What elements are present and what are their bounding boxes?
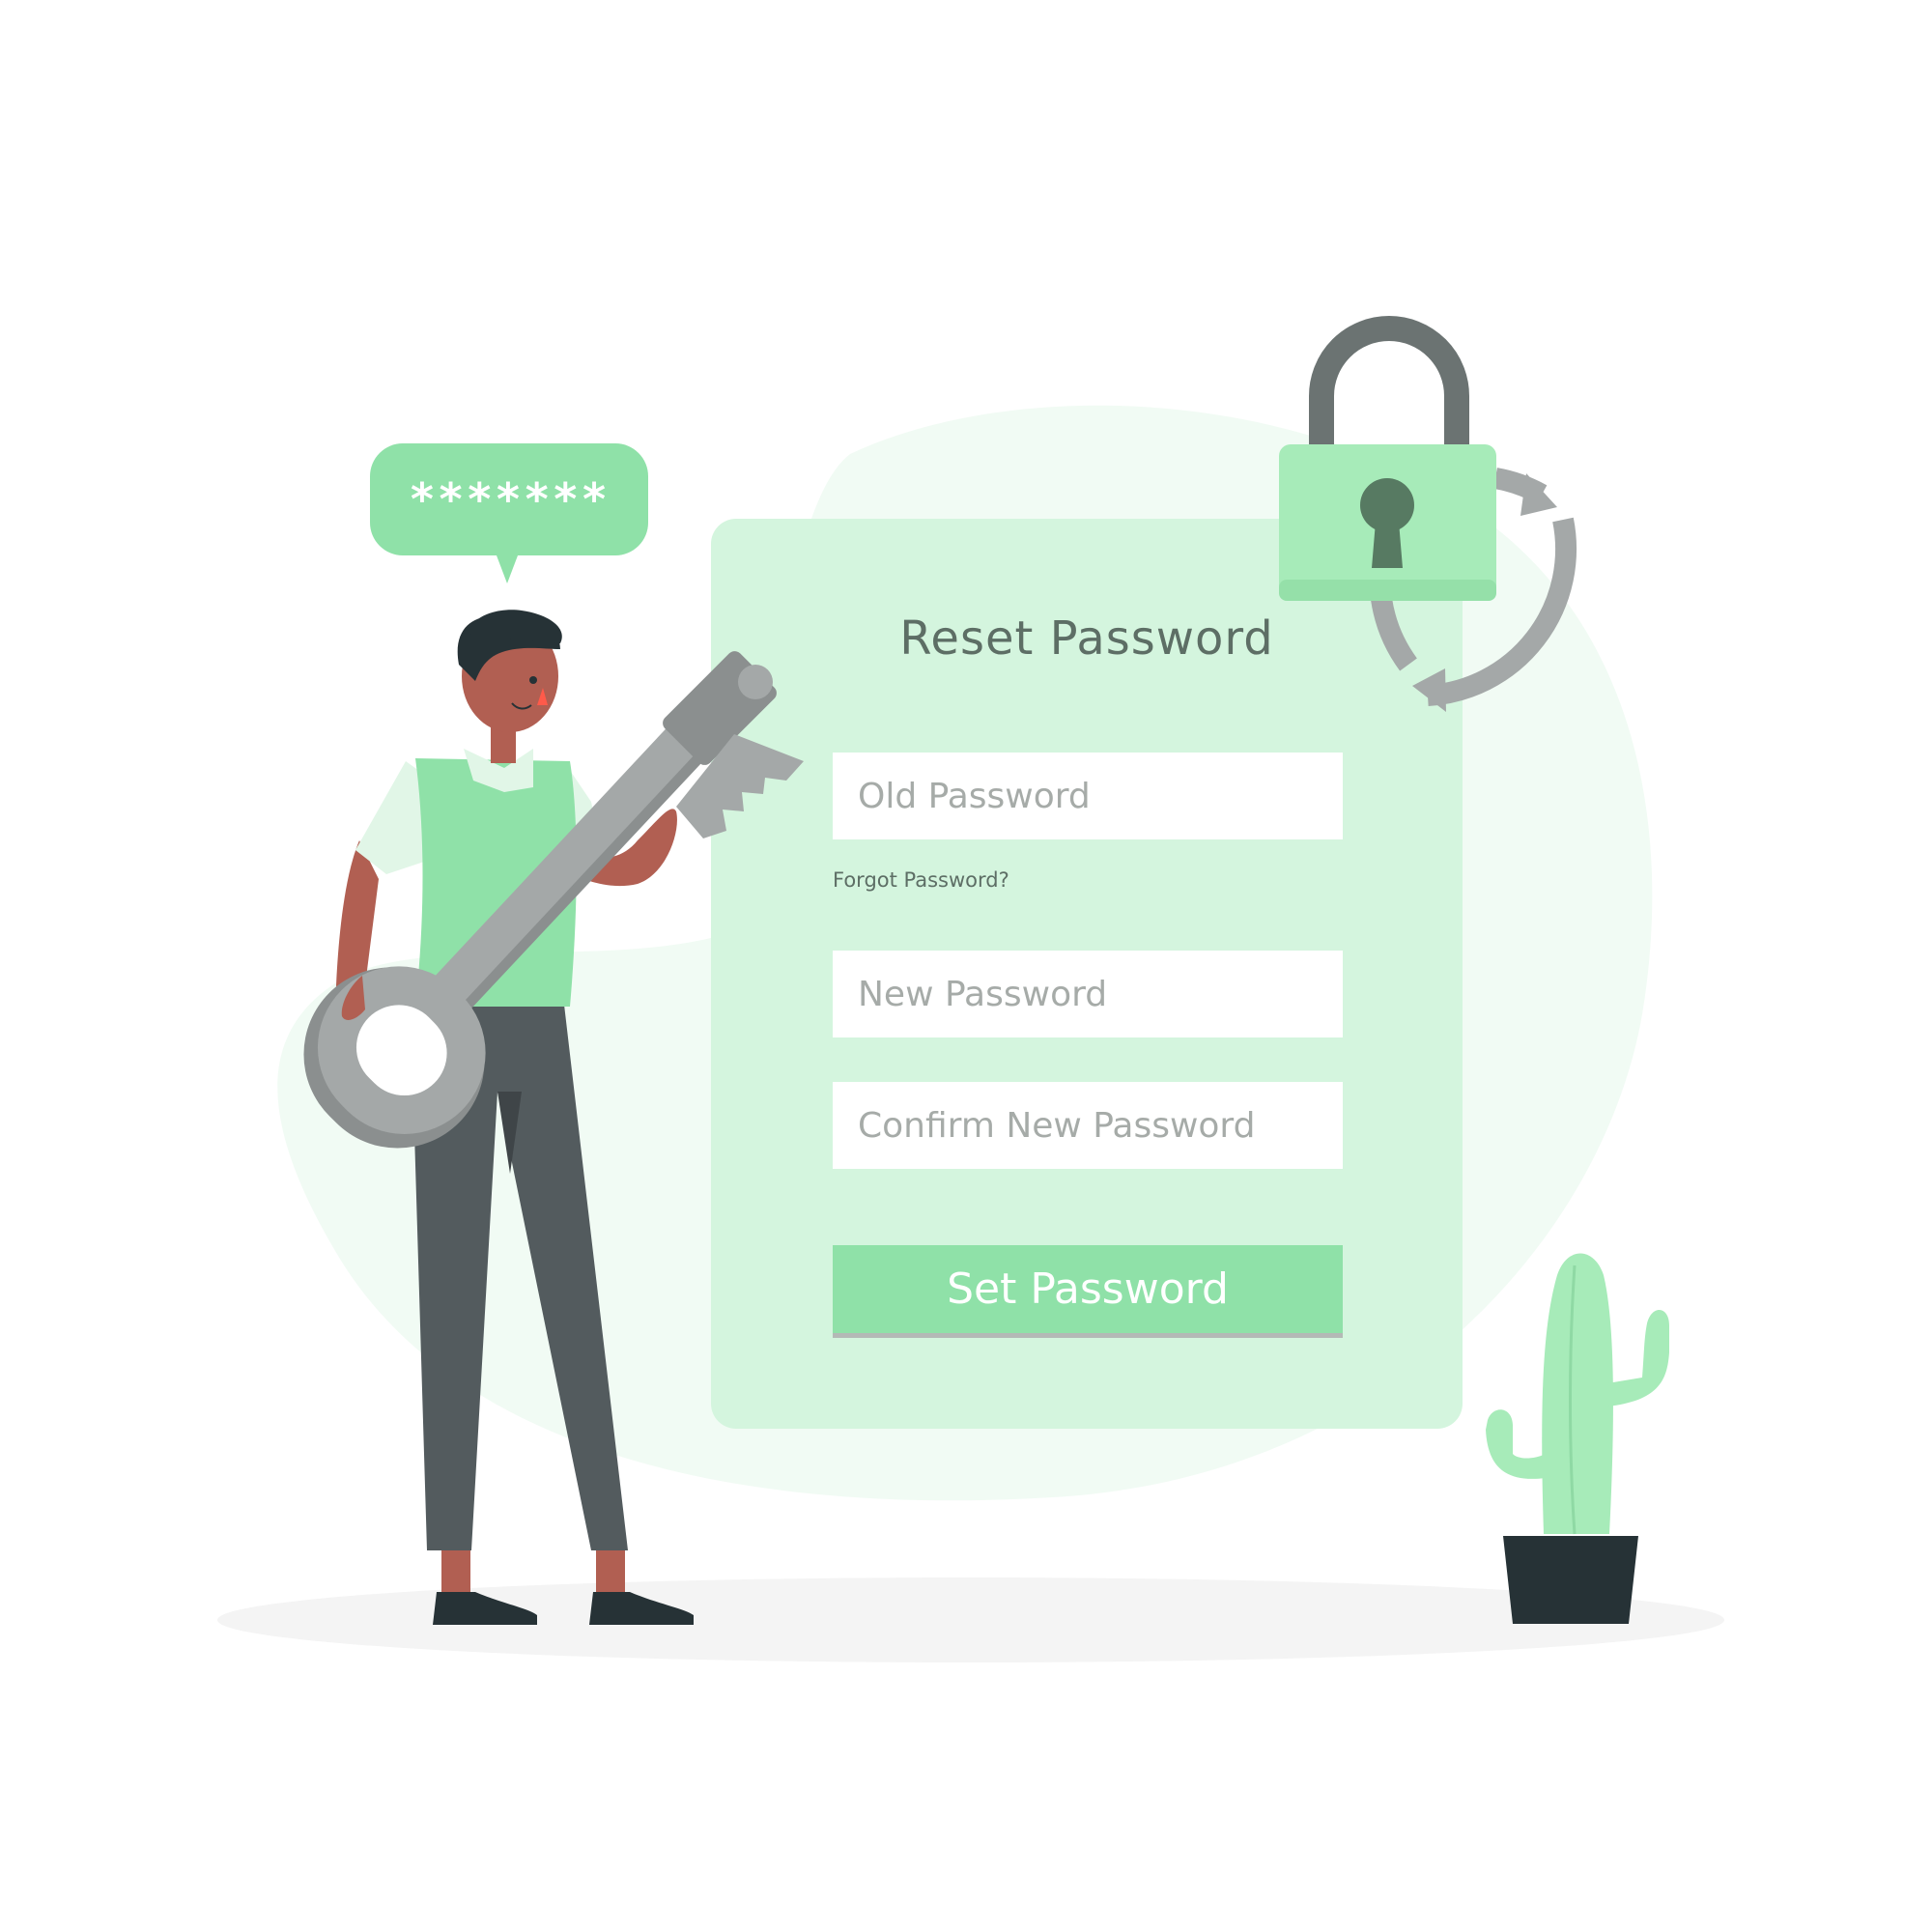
password-speech-bubble: ******* — [370, 443, 648, 555]
foreground-layer — [303, 316, 1577, 1625]
illustration-stage: Reset Password Forgot Password? Set Pass… — [0, 0, 1932, 1932]
masked-password-text: ******* — [409, 473, 610, 526]
speech-bubble-tail — [497, 555, 518, 583]
padlock-icon — [1279, 316, 1496, 601]
